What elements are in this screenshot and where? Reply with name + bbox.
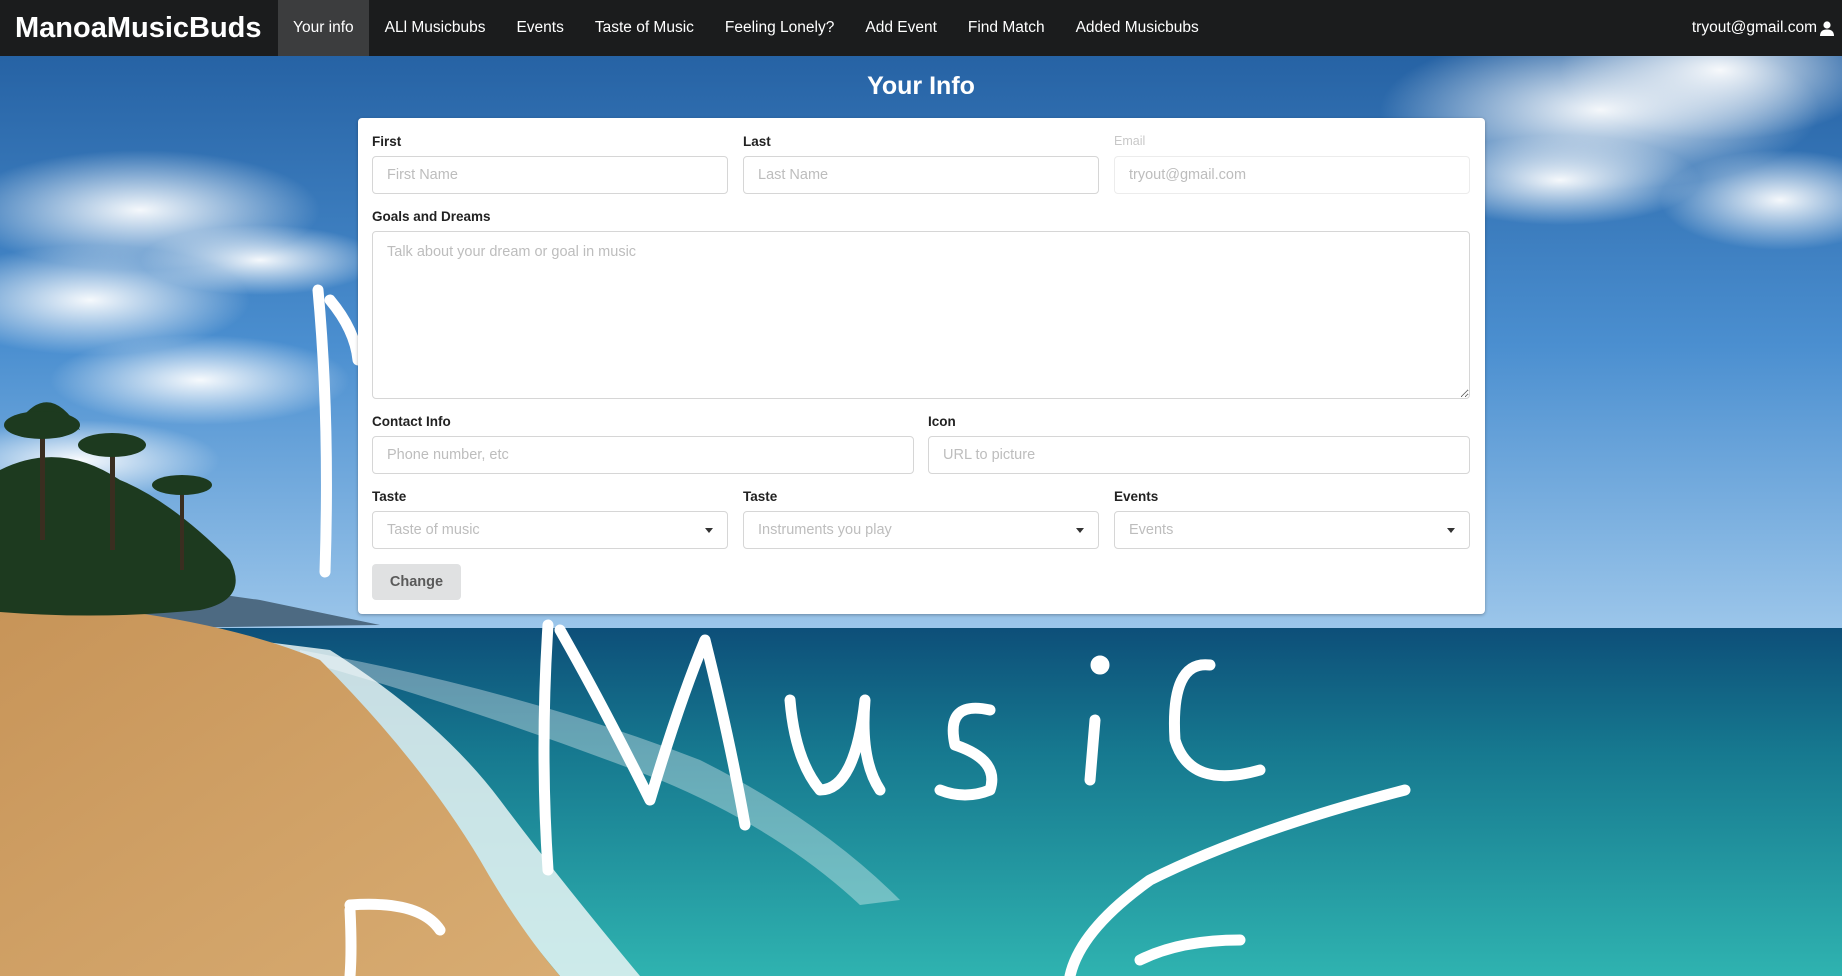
top-navbar: ManoaMusicBuds Your info ALl Musicbubs E… [0,0,1842,56]
user-menu[interactable]: tryout@gmail.com [1692,0,1842,56]
nav-item-feeling-lonely[interactable]: Feeling Lonely? [709,0,849,56]
first-name-label: First [372,134,402,149]
dropdown-caret-icon [1447,528,1455,533]
nav-item-add-event[interactable]: Add Event [850,0,953,56]
change-button[interactable]: Change [372,564,461,600]
profile-form: First Last Email Goals and Dreams Contac… [358,118,1485,614]
events-select[interactable]: Events [1114,511,1470,549]
taste-music-label: Taste [372,489,407,504]
dropdown-caret-icon [705,528,713,533]
taste-instruments-placeholder: Instruments you play [758,522,892,538]
icon-label: Icon [928,414,956,429]
nav-item-taste-of-music[interactable]: Taste of Music [579,0,709,56]
nav-item-your-info[interactable]: Your info [277,0,370,56]
events-placeholder: Events [1129,522,1174,538]
events-label: Events [1114,489,1159,504]
nav-item-events[interactable]: Events [501,0,579,56]
last-name-input[interactable] [743,156,1099,194]
last-name-label: Last [743,134,771,149]
taste-music-select[interactable]: Taste of music [372,511,728,549]
brand-logo[interactable]: ManoaMusicBuds [0,0,278,56]
contact-info-label: Contact Info [372,414,451,429]
goals-label: Goals and Dreams [372,209,491,224]
nav-item-find-match[interactable]: Find Match [952,0,1060,56]
contact-info-input[interactable] [372,436,914,474]
user-icon [1820,20,1834,36]
nav-item-all-musicbubs[interactable]: ALl Musicbubs [369,0,501,56]
icon-url-input[interactable] [928,436,1470,474]
goals-textarea[interactable] [372,231,1470,399]
first-name-input[interactable] [372,156,728,194]
taste-music-placeholder: Taste of music [387,522,480,538]
email-input [1114,156,1470,194]
nav-item-added-musicbubs[interactable]: Added Musicbubs [1060,0,1214,56]
taste-instruments-label: Taste [743,489,778,504]
email-label: Email [1114,134,1146,148]
dropdown-caret-icon [1076,528,1084,533]
page-title: Your Info [867,72,975,100]
taste-instruments-select[interactable]: Instruments you play [743,511,1099,549]
user-email: tryout@gmail.com [1691,19,1817,36]
